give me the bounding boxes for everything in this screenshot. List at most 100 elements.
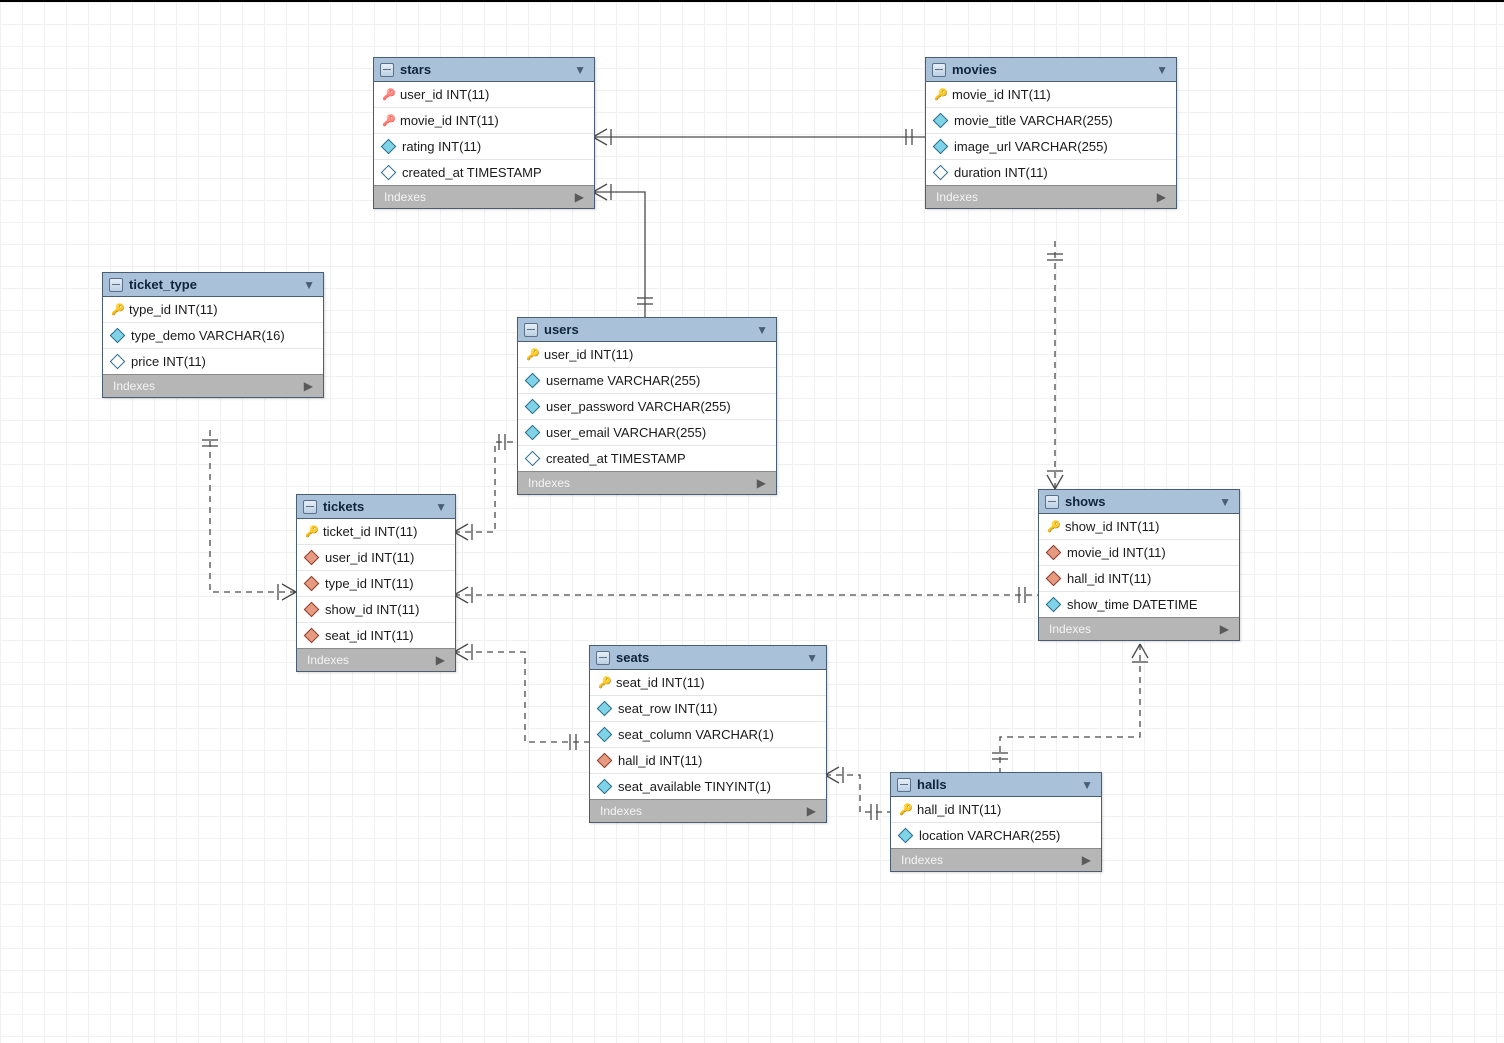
d-white-icon <box>381 165 397 181</box>
entity-title[interactable]: movies▼ <box>926 58 1176 82</box>
column-row[interactable]: seat_id INT(11) <box>590 670 826 696</box>
entity-stars[interactable]: stars ▼ user_id INT(11)movie_id INT(11)rat… <box>373 57 595 209</box>
indexes-section[interactable]: Indexes ▶ <box>926 185 1176 208</box>
entity-name: stars <box>400 62 431 77</box>
indexes-label: Indexes <box>936 190 978 204</box>
column-label: ticket_id INT(11) <box>323 524 417 539</box>
entity-title[interactable]: stars ▼ <box>374 58 594 82</box>
column-row[interactable]: seat_column VARCHAR(1) <box>590 722 826 748</box>
column-label: user_id INT(11) <box>544 347 633 362</box>
column-row[interactable]: hall_id INT(11) <box>1039 566 1239 592</box>
column-label: movie_id INT(11) <box>1067 545 1166 560</box>
entity-seats[interactable]: seats▼seat_id INT(11)seat_row INT(11)sea… <box>589 645 827 823</box>
entity-title[interactable]: tickets▼ <box>297 495 455 519</box>
column-row[interactable]: ticket_id INT(11) <box>297 519 455 545</box>
table-icon <box>380 63 394 77</box>
entity-title[interactable]: users ▼ <box>518 318 776 342</box>
indexes-section[interactable]: Indexes▶ <box>103 374 323 397</box>
column-row[interactable]: price INT(11) <box>103 349 323 374</box>
entity-ticket_type[interactable]: ticket_type▼type_id INT(11)type_demo VAR… <box>102 272 324 398</box>
indexes-section[interactable]: Indexes▶ <box>1039 617 1239 640</box>
column-row[interactable]: movie_id INT(11) <box>926 82 1176 108</box>
expand-icon[interactable]: ▶ <box>304 379 313 393</box>
column-row[interactable]: user_id INT(11) <box>297 545 455 571</box>
column-row[interactable]: type_demo VARCHAR(16) <box>103 323 323 349</box>
entity-title[interactable]: halls▼ <box>891 773 1101 797</box>
entity-title[interactable]: ticket_type▼ <box>103 273 323 297</box>
collapse-icon[interactable]: ▼ <box>1081 778 1093 792</box>
expand-icon[interactable]: ▶ <box>757 476 766 490</box>
table-icon <box>932 63 946 77</box>
column-row[interactable]: movie_id INT(11) <box>374 108 594 134</box>
indexes-section[interactable]: Indexes▶ <box>297 648 455 671</box>
entity-halls[interactable]: halls▼ hall_id INT(11) location VARCHAR(25… <box>890 772 1102 872</box>
column-label: user_id INT(11) <box>325 550 414 565</box>
expand-icon[interactable]: ▶ <box>575 190 584 204</box>
indexes-section[interactable]: Indexes ▶ <box>518 471 776 494</box>
column-label: image_url VARCHAR(255) <box>954 139 1108 154</box>
column-row[interactable]: user_email VARCHAR(255) <box>518 420 776 446</box>
entity-movies[interactable]: movies▼ movie_id INT(11) movie_title VARCH… <box>925 57 1177 209</box>
entity-title[interactable]: shows▼ <box>1039 490 1239 514</box>
collapse-icon[interactable]: ▼ <box>756 323 768 337</box>
column-row[interactable]: hall_id INT(11) <box>590 748 826 774</box>
column-label: created_at TIMESTAMP <box>546 451 686 466</box>
column-row[interactable]: show_id INT(11) <box>297 597 455 623</box>
column-row[interactable]: type_id INT(11) <box>103 297 323 323</box>
column-row[interactable]: seat_id INT(11) <box>297 623 455 648</box>
expand-icon[interactable]: ▶ <box>1157 190 1166 204</box>
column-row[interactable]: created_at TIMESTAMP <box>374 160 594 185</box>
key-yellow-icon <box>305 526 317 538</box>
indexes-section[interactable]: Indexes▶ <box>374 185 594 208</box>
expand-icon[interactable]: ▶ <box>436 653 445 667</box>
entity-shows[interactable]: shows▼show_id INT(11) movie_id INT(11) hal… <box>1038 489 1240 641</box>
collapse-icon[interactable]: ▼ <box>806 651 818 665</box>
column-label: movie_id INT(11) <box>952 87 1051 102</box>
column-label: seat_available TINYINT(1) <box>618 779 771 794</box>
column-row[interactable]: user_password VARCHAR(255) <box>518 394 776 420</box>
column-row[interactable]: duration INT(11) <box>926 160 1176 185</box>
entity-tickets[interactable]: tickets▼ ticket_id INT(11) user_id INT(11)… <box>296 494 456 672</box>
collapse-icon[interactable]: ▼ <box>1156 63 1168 77</box>
column-row[interactable]: show_id INT(11) <box>1039 514 1239 540</box>
d-cyan-icon <box>525 425 541 441</box>
entity-title[interactable]: seats▼ <box>590 646 826 670</box>
expand-icon[interactable]: ▶ <box>1220 622 1229 636</box>
column-label: location VARCHAR(255) <box>919 828 1060 843</box>
column-row[interactable]: show_time DATETIME <box>1039 592 1239 617</box>
column-row[interactable]: image_url VARCHAR(255) <box>926 134 1176 160</box>
key-yellow-icon <box>598 677 610 689</box>
column-row[interactable]: user_id INT(11) <box>374 82 594 108</box>
column-row[interactable]: seat_row INT(11) <box>590 696 826 722</box>
indexes-label: Indexes <box>528 476 570 490</box>
column-row[interactable]: rating INT(11) <box>374 134 594 160</box>
collapse-icon[interactable]: ▼ <box>303 278 315 292</box>
column-row[interactable]: user_id INT(11) <box>518 342 776 368</box>
column-row[interactable]: type_id INT(11) <box>297 571 455 597</box>
column-row[interactable]: location VARCHAR(255) <box>891 823 1101 848</box>
collapse-icon[interactable]: ▼ <box>574 63 586 77</box>
column-row[interactable]: movie_title VARCHAR(255) <box>926 108 1176 134</box>
indexes-label: Indexes <box>901 853 943 867</box>
expand-icon[interactable]: ▶ <box>1082 853 1091 867</box>
column-row[interactable]: username VARCHAR(255) <box>518 368 776 394</box>
key-red-icon <box>382 115 394 127</box>
column-label: hall_id INT(11) <box>917 802 1001 817</box>
indexes-label: Indexes <box>600 804 642 818</box>
d-red-icon <box>1046 571 1062 587</box>
er-diagram-canvas[interactable]: stars▼user_id INT(11)movie_id INT(11)rat… <box>0 0 1504 1043</box>
column-row[interactable]: movie_id INT(11) <box>1039 540 1239 566</box>
d-cyan-icon <box>525 399 541 415</box>
collapse-icon[interactable]: ▼ <box>1219 495 1231 509</box>
collapse-icon[interactable]: ▼ <box>435 500 447 514</box>
expand-icon[interactable]: ▶ <box>807 804 816 818</box>
column-label: user_email VARCHAR(255) <box>546 425 706 440</box>
entity-users[interactable]: users ▼ user_id INT(11) username VARCHAR(25… <box>517 317 777 495</box>
indexes-section[interactable]: Indexes ▶ <box>590 799 826 822</box>
column-row[interactable]: seat_available TINYINT(1) <box>590 774 826 799</box>
entity-name: users <box>544 322 579 337</box>
indexes-section[interactable]: Indexes ▶ <box>891 848 1101 871</box>
d-cyan-icon <box>381 139 397 155</box>
column-row[interactable]: hall_id INT(11) <box>891 797 1101 823</box>
column-row[interactable]: created_at TIMESTAMP <box>518 446 776 471</box>
